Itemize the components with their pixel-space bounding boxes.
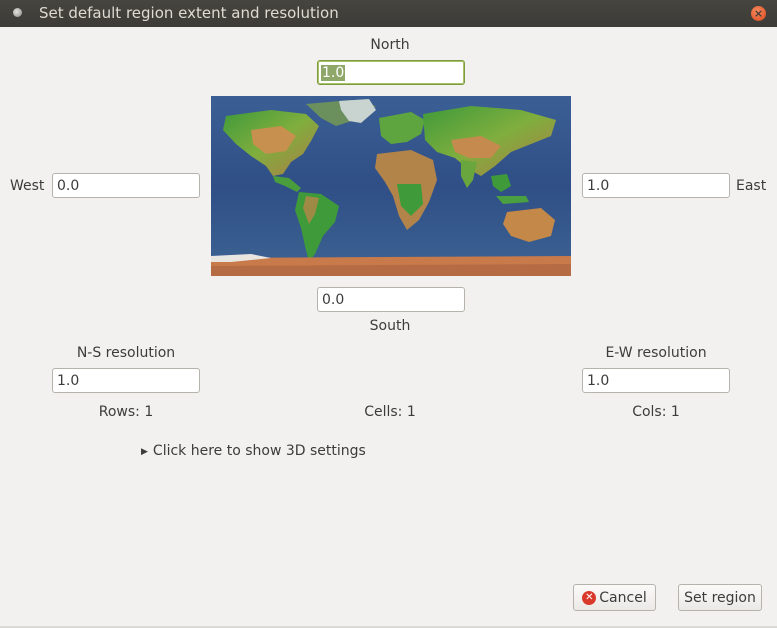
ns-resolution-input[interactable] xyxy=(52,368,200,393)
west-input[interactable] xyxy=(52,173,200,198)
cols-count: Cols: 1 xyxy=(632,404,680,420)
ew-resolution-label: E-W resolution xyxy=(605,345,707,361)
ew-resolution-input[interactable] xyxy=(582,368,730,393)
set-region-button-label: Set region xyxy=(684,589,756,606)
close-icon[interactable]: × xyxy=(751,6,766,21)
cancel-icon: ✕ xyxy=(582,590,597,605)
cells-count: Cells: 1 xyxy=(364,404,416,420)
cancel-button[interactable]: ✕ Cancel xyxy=(573,584,656,611)
window-title: Set default region extent and resolution xyxy=(39,4,339,22)
app-icon xyxy=(13,8,22,17)
west-label: West xyxy=(10,178,45,194)
north-input[interactable] xyxy=(317,60,465,85)
title-bar: Set default region extent and resolution… xyxy=(0,0,777,27)
east-label: East xyxy=(736,178,767,194)
set-region-button[interactable]: Set region xyxy=(678,584,762,611)
triangle-right-icon: ▶ xyxy=(141,447,148,457)
expander-label: Click here to show 3D settings xyxy=(152,443,366,459)
south-label: South xyxy=(369,318,411,334)
3d-settings-expander[interactable]: ▶ Click here to show 3D settings xyxy=(141,443,366,459)
north-label: North xyxy=(370,37,410,53)
cancel-button-label: Cancel xyxy=(599,589,647,606)
south-input[interactable] xyxy=(317,287,465,312)
rows-count: Rows: 1 xyxy=(98,404,154,420)
world-map-image xyxy=(211,96,571,276)
east-input[interactable] xyxy=(582,173,730,198)
ns-resolution-label: N-S resolution xyxy=(76,345,176,361)
